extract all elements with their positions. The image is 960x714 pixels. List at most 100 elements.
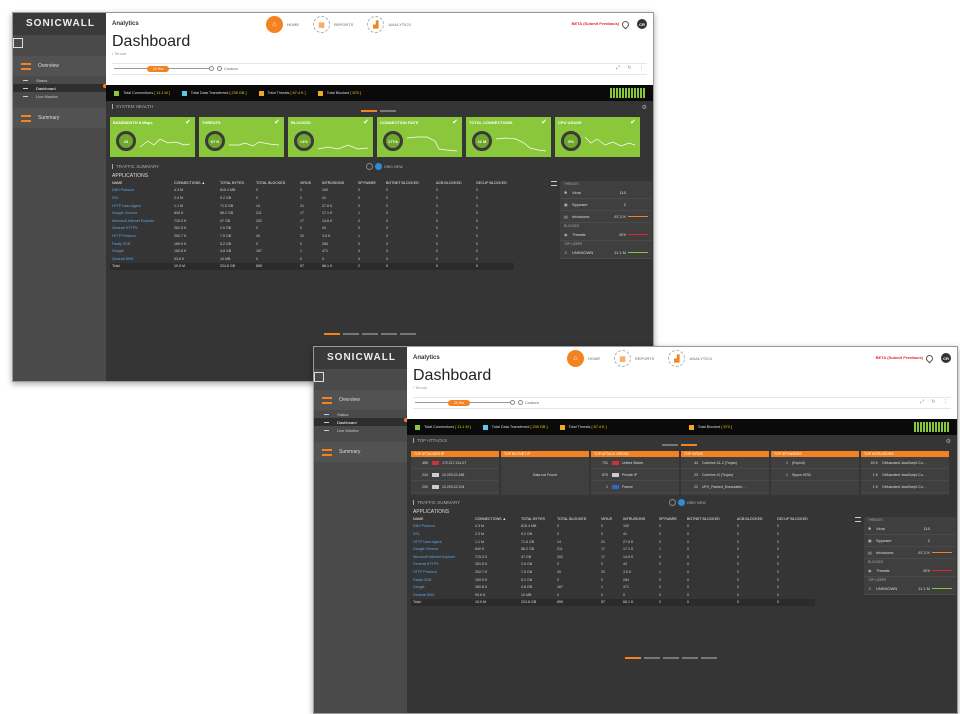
application-link[interactable]: Google bbox=[110, 247, 172, 255]
tab-analytics[interactable]: ▟ ANALYTICS bbox=[668, 350, 712, 367]
summary-row-intrusions[interactable]: ▤ Intrusions 67.2 K bbox=[560, 211, 652, 223]
sidebar-item-live-monitor[interactable]: Live Monitor bbox=[13, 92, 106, 100]
summary-row-unknown[interactable]: ♙ UNKNOWN 11.1 M bbox=[560, 247, 652, 259]
avatar[interactable]: CR bbox=[637, 19, 647, 29]
health-card-blocked[interactable]: BLOCKED ✔ <1% bbox=[288, 117, 373, 157]
radio-icon[interactable] bbox=[209, 66, 214, 71]
settings-gear-icon[interactable]: ⚙ bbox=[642, 104, 647, 111]
table-row[interactable]: Google Chrome 840 K 56.2 GB 211 17 17.1 K 1 0 0 0 bbox=[110, 209, 514, 217]
application-link[interactable]: HTTP User-Agent bbox=[110, 202, 172, 210]
list-item[interactable]: 23 Coinhive.XI (Trojan) bbox=[681, 469, 769, 481]
toolbar-icons[interactable]: ⤢ ↻ ⋮ bbox=[920, 399, 951, 405]
column-header[interactable]: GEO-IP BLOCKED bbox=[775, 515, 815, 523]
application-link[interactable]: Fastly CDN bbox=[110, 240, 172, 248]
table-row[interactable]: Microsoft Internet Explorer 715.3 K 47 GB 2… bbox=[411, 553, 815, 561]
summary-row-virus[interactable]: ✱ Virus 110 bbox=[560, 187, 652, 199]
bottom-pager[interactable] bbox=[625, 657, 720, 659]
sidebar-toggle-icon[interactable] bbox=[314, 372, 324, 382]
application-link[interactable]: DNS Protocol bbox=[110, 187, 172, 195]
column-header[interactable]: NAME bbox=[411, 515, 473, 523]
summary-row-threats[interactable]: ◉ Threats 870 bbox=[864, 565, 956, 577]
summary-row-intrusions[interactable]: ▤ Intrusions 67.2 K bbox=[864, 547, 956, 559]
beta-feedback-link[interactable]: BETA (Submit Feedback) bbox=[572, 21, 619, 26]
health-card-threats[interactable]: THREATS ✔ 67 K bbox=[199, 117, 284, 157]
column-header[interactable]: SPYWARE bbox=[657, 515, 685, 523]
time-range-badge[interactable]: 24 Hrs bbox=[147, 65, 169, 72]
application-link[interactable]: Fastly CDN bbox=[411, 576, 473, 584]
column-header[interactable]: BOTNET BLOCKED bbox=[384, 179, 434, 187]
bottom-pager[interactable] bbox=[324, 333, 419, 335]
column-header[interactable]: ACB BLOCKED bbox=[434, 179, 474, 187]
table-row[interactable]: Google 160.8 K 4.8 GB 167 1 471 0 0 0 0 bbox=[110, 247, 514, 255]
beta-feedback-link[interactable]: BETA (Submit Feedback) bbox=[876, 355, 923, 360]
column-header[interactable]: INTRUSIONS bbox=[621, 515, 657, 523]
application-link[interactable]: General HTTPS bbox=[411, 561, 473, 569]
sidebar-item-dashboard[interactable]: Dashboard bbox=[13, 84, 106, 92]
custom-radio-icon[interactable] bbox=[518, 400, 523, 405]
table-row[interactable]: HTTP Protocol 252.7 K 7.5 GB 40 20 3.5 K 1 0 0 0 bbox=[411, 568, 815, 576]
sidebar-item-status[interactable]: Status bbox=[314, 410, 407, 418]
column-header[interactable]: TOTAL BYTES bbox=[519, 515, 555, 523]
summary-row-spyware[interactable]: ▣ Spyware 2 bbox=[560, 199, 652, 211]
tab-home[interactable]: ⌂ HOME bbox=[266, 16, 299, 33]
sidebar-item-status[interactable]: Status bbox=[13, 76, 106, 84]
column-header[interactable]: INTRUSIONS bbox=[320, 179, 356, 187]
health-card-cpu-usage[interactable]: CPU USAGE ✔ 9% bbox=[555, 117, 640, 157]
avatar[interactable]: CR bbox=[941, 353, 951, 363]
application-link[interactable]: SSL bbox=[110, 194, 172, 202]
list-item[interactable]: 1 France bbox=[591, 481, 679, 493]
column-header[interactable]: BOTNET BLOCKED bbox=[685, 515, 735, 523]
list-item[interactable]: 1 K Obfuscated JavaScript Co... bbox=[861, 469, 949, 481]
column-header[interactable]: VIRUS bbox=[599, 515, 621, 523]
column-header[interactable]: GEO-IP BLOCKED bbox=[474, 179, 514, 187]
carousel-pager[interactable] bbox=[662, 444, 700, 446]
summary-row-threats[interactable]: ◉ Threats 870 bbox=[560, 229, 652, 241]
tab-reports[interactable]: ▦ REPORTS bbox=[313, 16, 353, 33]
sidebar-item-summary[interactable]: Summary bbox=[314, 442, 407, 462]
column-header[interactable]: TOTAL BLOCKED bbox=[555, 515, 599, 523]
table-row[interactable]: HTTP User-Agent 1.1 M 71.5 GB 14 21 27.8 K 0 0 0… bbox=[110, 202, 514, 210]
table-row[interactable]: SSL 2.0 M 9.2 GB 0 0 41 0 0 0 0 bbox=[411, 530, 815, 538]
table-row[interactable]: Google 160.8 K 4.8 GB 167 1 471 0 0 0 0 bbox=[411, 583, 815, 591]
application-link[interactable]: Google Chrome bbox=[110, 209, 172, 217]
application-link[interactable]: Microsoft Internet Explorer bbox=[411, 553, 473, 561]
grid-view-toggle[interactable]: GRID VIEW bbox=[366, 163, 403, 170]
table-row[interactable]: HTTP User-Agent 1.1 M 71.5 GB 14 21 27.8 K 0 0 0… bbox=[411, 538, 815, 546]
application-link[interactable]: HTTP Protocol bbox=[110, 232, 172, 240]
list-view-icon[interactable] bbox=[669, 499, 676, 506]
application-link[interactable]: General HTTPS bbox=[110, 225, 172, 233]
hamburger-menu-icon[interactable] bbox=[551, 181, 557, 186]
list-item[interactable]: 1 (Exploit) bbox=[771, 457, 859, 469]
application-link[interactable]: General DNS bbox=[110, 255, 172, 263]
table-row[interactable]: SSL 2.0 M 9.2 GB 0 0 41 0 0 0 0 bbox=[110, 194, 514, 202]
tab-home[interactable]: ⌂ HOME bbox=[567, 350, 600, 367]
sidebar-item-live-monitor[interactable]: Live Monitor bbox=[314, 426, 407, 434]
toolbar-icons[interactable]: ⤢ ↻ ⋮ bbox=[616, 65, 647, 71]
health-card-bandwidth[interactable]: BANDWIDTH 8 Mbps ✔ 23 bbox=[110, 117, 195, 157]
sidebar-item-dashboard[interactable]: Dashboard bbox=[314, 418, 407, 426]
column-header[interactable]: ACB BLOCKED bbox=[735, 515, 775, 523]
table-row[interactable]: General DNS 93.6 K 10 MB 0 0 0 0 0 0 0 bbox=[411, 591, 815, 599]
tab-analytics[interactable]: ▟ ANALYTICS bbox=[367, 16, 411, 33]
application-link[interactable]: HTTP User-Agent bbox=[411, 538, 473, 546]
list-item[interactable]: 209 10.203.22.104 bbox=[411, 481, 499, 493]
table-row[interactable]: General DNS 93.6 K 10 MB 0 0 0 0 0 0 0 bbox=[110, 255, 514, 263]
column-header[interactable]: VIRUS bbox=[298, 179, 320, 187]
application-link[interactable]: Google Chrome bbox=[411, 545, 473, 553]
grid-view-toggle[interactable]: GRID VIEW bbox=[669, 499, 706, 506]
radio-icon[interactable] bbox=[510, 400, 515, 405]
list-item[interactable]: 44 Coinhive.XL.2 (Trojan) bbox=[681, 457, 769, 469]
application-link[interactable]: General DNS bbox=[411, 591, 473, 599]
column-header[interactable]: NAME bbox=[110, 179, 172, 187]
carousel-pager[interactable] bbox=[361, 110, 399, 112]
grid-view-icon[interactable] bbox=[678, 499, 685, 506]
grid-view-icon[interactable] bbox=[375, 163, 382, 170]
table-row[interactable]: Microsoft Internet Explorer 715.3 K 47 GB 2… bbox=[110, 217, 514, 225]
table-row[interactable]: DNS Protocol 4.3 M 815.4 MB 0 0 100 0 0 0 0 bbox=[110, 187, 514, 195]
table-row[interactable]: General HTTPS 281.5 K 2.6 GB 0 0 44 0 0 0 0 bbox=[110, 225, 514, 233]
list-item[interactable]: 455 172.217.214.97 bbox=[411, 457, 499, 469]
table-row[interactable]: HTTP Protocol 252.7 K 7.5 GB 40 20 3.5 K 1 0 0 0 bbox=[110, 232, 514, 240]
sidebar-item-overview[interactable]: Overview bbox=[13, 56, 106, 76]
table-row[interactable]: DNS Protocol 4.3 M 815.4 MB 0 0 100 0 0 0 0 bbox=[411, 523, 815, 531]
health-card-connection-rate[interactable]: CONNECTION RATE ✔ 177/s bbox=[377, 117, 462, 157]
